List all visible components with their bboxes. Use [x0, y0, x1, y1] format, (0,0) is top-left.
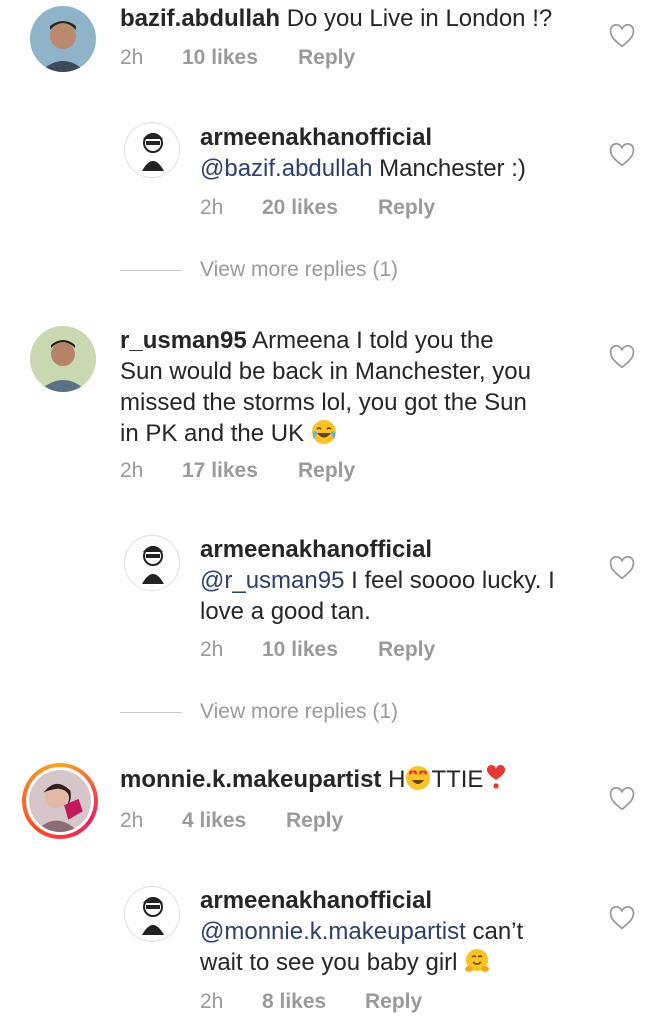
heart-exclamation-emoji-icon	[483, 764, 509, 791]
comment-text-line: love a good tan.	[200, 598, 371, 625]
like-heart-icon[interactable]	[609, 556, 635, 580]
timestamp: 2h	[120, 46, 144, 69]
username[interactable]: armeenakhanofficial	[200, 122, 526, 153]
view-more-replies[interactable]: View more replies (1)	[120, 258, 398, 282]
divider	[120, 269, 182, 271]
username[interactable]: armeenakhanofficial	[200, 885, 523, 916]
comment-text-part: H	[388, 766, 406, 793]
mention-link[interactable]: @monnie.k.makeupartist	[200, 918, 466, 945]
reply-button[interactable]: Reply	[378, 638, 435, 662]
like-heart-icon[interactable]	[609, 143, 635, 167]
username[interactable]: bazif.abdullah	[120, 5, 280, 32]
timestamp: 2h	[200, 196, 224, 219]
view-more-label[interactable]: View more replies (1)	[200, 700, 398, 724]
comment-text-part: TTIE	[431, 766, 484, 793]
reply-button[interactable]: Reply	[298, 46, 355, 70]
like-heart-icon[interactable]	[609, 906, 635, 930]
comment-text: Do you Live in London !?	[286, 5, 553, 32]
username[interactable]: armeenakhanofficial	[200, 534, 555, 565]
like-heart-icon[interactable]	[609, 24, 635, 48]
reply-button[interactable]: Reply	[298, 459, 355, 483]
like-heart-icon[interactable]	[609, 787, 635, 811]
timestamp: 2h	[120, 459, 144, 482]
comment-text-line: missed the storms lol, you got the Sun	[120, 389, 527, 416]
likes-count[interactable]: 10 likes	[262, 638, 378, 662]
avatar[interactable]	[124, 122, 180, 178]
reply-button[interactable]: Reply	[378, 196, 435, 220]
divider	[120, 711, 182, 713]
timestamp: 2h	[200, 638, 224, 661]
reply-button[interactable]: Reply	[365, 990, 422, 1014]
mention-link[interactable]: @r_usman95	[200, 567, 344, 594]
avatar	[26, 767, 94, 835]
comment-text-line: can’t	[472, 918, 524, 945]
username[interactable]: r_usman95	[120, 327, 247, 354]
comment-text-line: wait to see you baby girl	[200, 949, 458, 976]
avatar-story-ring[interactable]	[22, 763, 98, 839]
hugging-emoji-icon	[464, 948, 490, 974]
laughing-emoji-icon	[311, 419, 337, 445]
likes-count[interactable]: 10 likes	[182, 46, 298, 70]
reply-button[interactable]: Reply	[286, 809, 343, 833]
avatar[interactable]	[30, 326, 96, 392]
avatar[interactable]	[124, 886, 180, 942]
likes-count[interactable]: 4 likes	[182, 809, 286, 833]
heart-eyes-emoji-icon	[405, 765, 431, 791]
comment-text-line: Sun would be back in Manchester, you	[120, 358, 531, 385]
likes-count[interactable]: 20 likes	[262, 196, 378, 220]
likes-count[interactable]: 17 likes	[182, 459, 298, 483]
comment-text-line: Armeena I told you the	[252, 327, 494, 354]
avatar[interactable]	[30, 6, 96, 72]
like-heart-icon[interactable]	[609, 345, 635, 369]
mention-link[interactable]: @bazif.abdullah	[200, 155, 372, 182]
view-more-replies[interactable]: View more replies (1)	[120, 700, 398, 724]
avatar[interactable]	[124, 535, 180, 591]
comment-text-line: in PK and the UK	[120, 420, 305, 447]
view-more-label[interactable]: View more replies (1)	[200, 258, 398, 282]
comment-text: Manchester :)	[379, 155, 526, 182]
timestamp: 2h	[200, 990, 224, 1013]
timestamp: 2h	[120, 809, 144, 832]
username[interactable]: monnie.k.makeupartist	[120, 766, 381, 793]
likes-count[interactable]: 8 likes	[262, 990, 365, 1014]
comment-text-line: I feel soooo lucky. I	[351, 567, 555, 594]
